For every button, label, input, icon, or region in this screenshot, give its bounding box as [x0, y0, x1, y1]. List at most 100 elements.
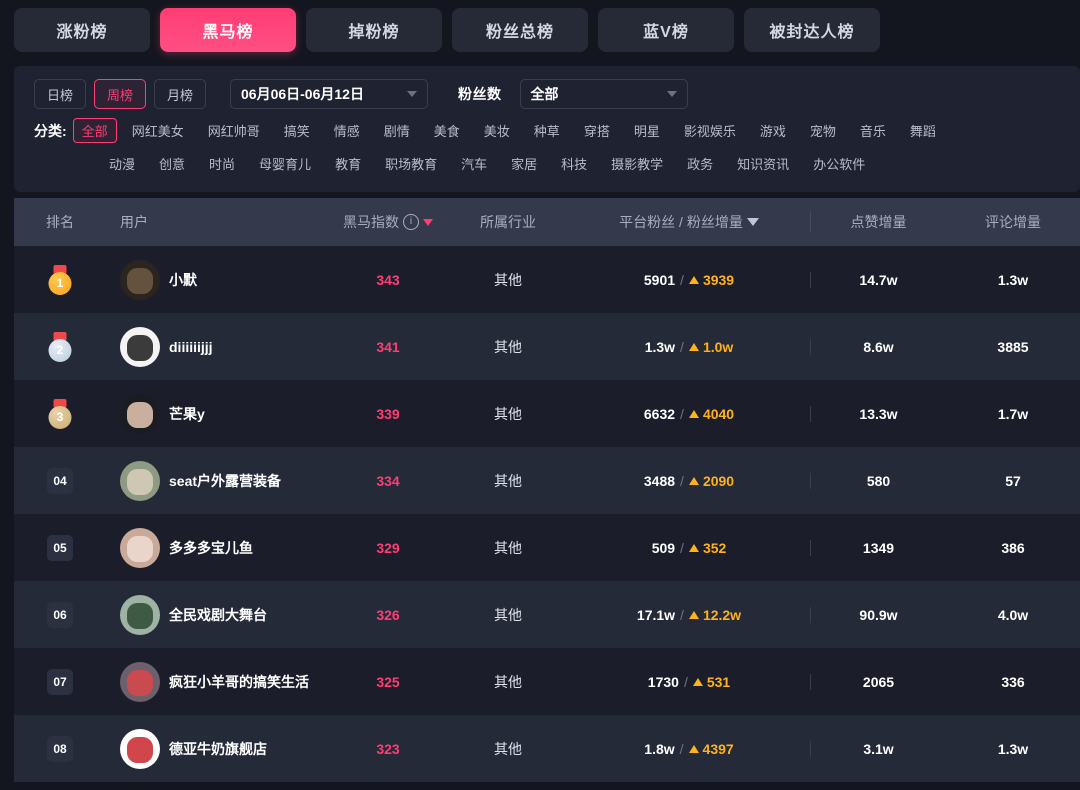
period-button-2[interactable]: 月榜 — [154, 79, 206, 109]
cell-user[interactable]: 芒果y — [106, 393, 328, 434]
user-name[interactable]: seat户外露营装备 — [169, 471, 281, 491]
cell-user[interactable]: 多多多宝儿鱼 — [106, 527, 328, 568]
tab-2[interactable]: 掉粉榜 — [306, 8, 442, 52]
user-name[interactable]: 多多多宝儿鱼 — [169, 538, 253, 558]
medal-icon: 1 — [46, 264, 74, 295]
index-score: 325 — [376, 673, 400, 690]
period-button-1[interactable]: 周榜 — [94, 79, 146, 109]
category-chip-母婴育儿[interactable]: 母婴育儿 — [250, 151, 320, 176]
likes-value: 580 — [866, 472, 891, 489]
category-row-2: 动漫 创意 时尚 母婴育儿 教育 职场教育 汽车 家居 科技 摄影教学 政务 知识资讯 办公软件 — [34, 151, 1074, 176]
cell-comments: 57 — [946, 473, 1080, 489]
col-header-fans[interactable]: 平台粉丝 / 粉丝增量 — [568, 212, 810, 232]
industry-value: 其他 — [494, 472, 522, 489]
cell-user[interactable]: diiiiiijjj — [106, 326, 328, 367]
category-chip-职场教育[interactable]: 职场教育 — [376, 151, 446, 176]
cell-rank: 08 — [14, 735, 106, 762]
avatar[interactable] — [120, 259, 160, 300]
avatar[interactable] — [120, 460, 160, 501]
cell-user[interactable]: 疯狂小羊哥的搞笑生活 — [106, 661, 328, 702]
cell-user[interactable]: 德亚牛奶旗舰店 — [106, 728, 328, 769]
avatar[interactable] — [120, 728, 160, 769]
category-chip-动漫[interactable]: 动漫 — [100, 151, 144, 176]
category-chip-穿搭[interactable]: 穿搭 — [575, 118, 619, 143]
cell-index-score: 343 — [328, 272, 448, 288]
category-chip-种草[interactable]: 种草 — [525, 118, 569, 143]
rank-badge: 08 — [47, 735, 73, 762]
medal-icon: 3 — [46, 398, 74, 429]
cell-user[interactable]: 全民戏剧大舞台 — [106, 594, 328, 635]
category-chip-创意[interactable]: 创意 — [150, 151, 194, 176]
category-chip-影视娱乐[interactable]: 影视娱乐 — [675, 118, 745, 143]
table-row[interactable]: 06 全民戏剧大舞台 326 其他 17.1w/ 12.2w 90.9w 4.0w — [14, 581, 1080, 648]
date-range-select[interactable]: 06月06日-06月12日 — [230, 79, 428, 109]
table-row[interactable]: 1 小默 343 其他 5901/ 3939 14.7w 1.3w — [14, 246, 1080, 313]
chevron-down-icon — [407, 91, 417, 97]
avatar[interactable] — [120, 661, 160, 702]
user-name[interactable]: 小默 — [169, 270, 197, 290]
rank-badge: 07 — [47, 668, 73, 695]
avatar[interactable] — [120, 594, 160, 635]
category-chip-教育[interactable]: 教育 — [326, 151, 370, 176]
medal-icon: 2 — [46, 331, 74, 362]
table-row[interactable]: 04 seat户外露营装备 334 其他 3488/ 2090 580 57 — [14, 447, 1080, 514]
category-chip-音乐[interactable]: 音乐 — [851, 118, 895, 143]
separator: / — [683, 673, 688, 690]
table-row[interactable]: 05 多多多宝儿鱼 329 其他 509/ 352 1349 386 — [14, 514, 1080, 581]
category-chip-家居[interactable]: 家居 — [502, 151, 546, 176]
category-chip-情感[interactable]: 情感 — [325, 118, 369, 143]
fans-delta: 531 — [706, 673, 731, 690]
tab-3[interactable]: 粉丝总榜 — [452, 8, 588, 52]
category-filter: 分类: 全部 网红美女 网红帅哥 搞笑 情感 剧情 美食 美妆 种草 穿搭 明星 影视娱乐 游戏 宠物 音乐… — [34, 118, 1074, 176]
user-name[interactable]: 德亚牛奶旗舰店 — [169, 739, 267, 759]
table-row[interactable]: 2 diiiiiijjj 341 其他 1.3w/ 1.0w 8.6w 3885 — [14, 313, 1080, 380]
category-chip-汽车[interactable]: 汽车 — [452, 151, 496, 176]
tab-5[interactable]: 被封达人榜 — [744, 8, 880, 52]
category-chip-美食[interactable]: 美食 — [425, 118, 469, 143]
category-chip-网红帅哥[interactable]: 网红帅哥 — [199, 118, 269, 143]
user-name[interactable]: 全民戏剧大舞台 — [169, 605, 267, 625]
category-chip-剧情[interactable]: 剧情 — [375, 118, 419, 143]
category-chip-科技[interactable]: 科技 — [552, 151, 596, 176]
tab-4[interactable]: 蓝V榜 — [598, 8, 734, 52]
index-score: 343 — [376, 271, 400, 288]
avatar[interactable] — [120, 326, 160, 367]
table-row[interactable]: 3 芒果y 339 其他 6632/ 4040 13.3w 1.7w — [14, 380, 1080, 447]
category-chip-摄影教学[interactable]: 摄影教学 — [602, 151, 672, 176]
likes-value: 2065 — [862, 673, 895, 690]
arrow-up-icon — [688, 744, 699, 753]
cell-user[interactable]: seat户外露营装备 — [106, 460, 328, 501]
avatar[interactable] — [120, 393, 160, 434]
category-chip-搞笑[interactable]: 搞笑 — [275, 118, 319, 143]
sort-desc-icon[interactable] — [746, 218, 759, 226]
fans-count-select[interactable]: 全部 — [519, 79, 688, 109]
category-chip-办公软件[interactable]: 办公软件 — [804, 151, 874, 176]
category-chip-网红美女[interactable]: 网红美女 — [123, 118, 193, 143]
category-chip-知识资讯[interactable]: 知识资讯 — [728, 151, 798, 176]
category-chip-全部[interactable]: 全部 — [72, 118, 117, 143]
col-header-index[interactable]: 黑马指数 i — [328, 212, 448, 232]
category-chip-游戏[interactable]: 游戏 — [751, 118, 795, 143]
info-icon[interactable]: i — [403, 214, 419, 230]
cell-rank: 2 — [14, 331, 106, 362]
category-chip-宠物[interactable]: 宠物 — [801, 118, 845, 143]
separator: / — [680, 539, 684, 556]
table-row[interactable]: 08 德亚牛奶旗舰店 323 其他 1.8w/ 4397 3.1w 1.3w — [14, 715, 1080, 782]
avatar[interactable] — [120, 527, 160, 568]
category-chip-明星[interactable]: 明星 — [625, 118, 669, 143]
category-chip-政务[interactable]: 政务 — [678, 151, 722, 176]
category-chip-美妆[interactable]: 美妆 — [475, 118, 519, 143]
user-name[interactable]: diiiiiijjj — [169, 339, 213, 355]
tab-0[interactable]: 涨粉榜 — [14, 8, 150, 52]
user-name[interactable]: 疯狂小羊哥的搞笑生活 — [169, 672, 309, 692]
category-chip-时尚[interactable]: 时尚 — [200, 151, 244, 176]
user-name[interactable]: 芒果y — [169, 404, 205, 424]
sort-desc-icon[interactable] — [423, 218, 433, 226]
cell-user[interactable]: 小默 — [106, 259, 328, 300]
industry-value: 其他 — [494, 606, 522, 623]
period-button-0[interactable]: 日榜 — [34, 79, 86, 109]
industry-value: 其他 — [494, 539, 522, 556]
table-row[interactable]: 07 疯狂小羊哥的搞笑生活 325 其他 1730/ 531 2065 336 — [14, 648, 1080, 715]
category-chip-舞蹈[interactable]: 舞蹈 — [901, 118, 945, 143]
tab-1[interactable]: 黑马榜 — [160, 8, 296, 52]
